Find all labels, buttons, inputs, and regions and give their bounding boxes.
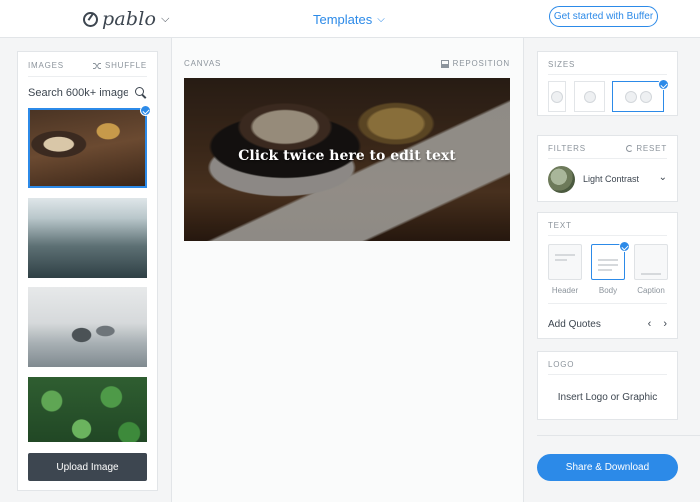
thumbnail-green-leaves[interactable] — [28, 377, 147, 442]
selected-check-icon — [619, 241, 630, 252]
filter-select[interactable]: Light Contrast — [583, 174, 639, 184]
sizes-title: SIZES — [548, 60, 576, 69]
chevron-down-icon: ⌵ — [377, 14, 385, 25]
size-instagram[interactable] — [574, 81, 605, 112]
images-panel: IMAGES SHUFFLE Upload Image — [17, 51, 158, 491]
text-style-caption[interactable] — [634, 244, 668, 280]
reset-icon — [626, 145, 634, 152]
divider — [548, 303, 667, 304]
divider — [548, 74, 667, 75]
instagram-icon — [583, 90, 596, 103]
logo-text: pablo — [102, 8, 157, 30]
body-preview-line — [598, 264, 618, 266]
size-pinterest[interactable] — [548, 81, 566, 112]
previous-quote-icon[interactable]: ‹ — [648, 318, 652, 330]
search-input[interactable] — [28, 87, 128, 99]
canvas-title: CANVAS — [184, 59, 222, 68]
pablo-logo-icon — [83, 11, 98, 27]
canvas-text[interactable]: Click twice here to edit text — [184, 148, 510, 164]
reposition-button[interactable]: REPOSITION — [440, 59, 510, 68]
thumbnail-foggy-forest[interactable] — [28, 198, 147, 278]
reposition-icon — [440, 59, 449, 68]
body-preview-line — [598, 259, 618, 261]
canvas-header: CANVAS REPOSITION — [184, 59, 510, 68]
chevron-down-icon: ⌵ — [161, 12, 170, 25]
templates-menu[interactable]: Templates ⌵ — [313, 12, 385, 27]
next-quote-icon[interactable]: › — [663, 318, 667, 330]
thumbnail-coffee-cup[interactable] — [28, 108, 147, 188]
divider — [537, 435, 700, 436]
shuffle-button[interactable]: SHUFFLE — [92, 61, 147, 70]
share-download-button[interactable]: Share & Download — [537, 454, 678, 481]
divider — [548, 374, 667, 375]
templates-label: Templates — [313, 12, 373, 27]
text-title: TEXT — [548, 221, 572, 230]
reposition-label: REPOSITION — [452, 59, 510, 68]
selected-check-icon — [140, 105, 151, 116]
divider — [548, 235, 667, 236]
logo-card: LOGO Insert Logo or Graphic — [537, 351, 678, 420]
add-quotes-row: Add Quotes ‹ › — [548, 318, 667, 330]
images-panel-header: IMAGES SHUFFLE — [28, 61, 147, 70]
text-style-header-label: Header — [551, 286, 579, 295]
header-preview-line — [555, 259, 567, 261]
text-style-caption-label: Caption — [637, 286, 665, 295]
header-preview-line — [555, 254, 575, 256]
body-preview-line — [598, 269, 612, 271]
upload-image-button[interactable]: Upload Image — [28, 453, 147, 481]
get-started-button[interactable]: Get started with Buffer — [549, 6, 658, 27]
pinterest-icon — [551, 90, 563, 103]
shuffle-icon — [92, 62, 101, 69]
image-canvas[interactable]: Click twice here to edit text — [184, 78, 510, 241]
settings-panel: SIZES FILTERS RESET Light Contrast ⌄ TEX… — [524, 38, 700, 502]
search-icon[interactable] — [135, 87, 147, 99]
text-card: TEXT Header Body Caption Add Quotes ‹ › — [537, 212, 678, 339]
text-style-body-label: Body — [598, 286, 618, 295]
image-search — [28, 83, 147, 103]
quote-navigation: ‹ › — [648, 318, 667, 330]
sizes-card: SIZES — [537, 51, 678, 116]
reset-label: RESET — [636, 144, 667, 153]
shuffle-label: SHUFFLE — [104, 61, 147, 70]
canvas-area: CANVAS REPOSITION Click twice here to ed… — [172, 38, 523, 502]
caption-preview-line — [641, 273, 661, 275]
chevron-down-icon[interactable]: ⌄ — [659, 172, 667, 183]
twitter-icon — [639, 90, 652, 103]
pablo-logo[interactable]: pablo ⌵ — [83, 8, 170, 30]
filters-card: FILTERS RESET Light Contrast ⌄ — [537, 135, 678, 202]
divider — [548, 158, 667, 159]
image-thumbnails — [28, 108, 147, 442]
size-facebook-twitter[interactable] — [612, 81, 664, 112]
filter-preview-thumbnail — [548, 166, 575, 193]
facebook-icon — [624, 90, 637, 103]
reset-button[interactable]: RESET — [626, 144, 667, 153]
selected-check-icon — [658, 79, 669, 90]
top-bar: pablo ⌵ Templates ⌵ Get started with Buf… — [0, 0, 700, 38]
insert-logo-button[interactable]: Insert Logo or Graphic — [538, 392, 677, 403]
filters-title: FILTERS — [548, 144, 586, 153]
text-style-header[interactable] — [548, 244, 582, 280]
add-quotes-label[interactable]: Add Quotes — [548, 319, 601, 330]
divider — [28, 76, 147, 77]
logo-title: LOGO — [548, 360, 575, 369]
images-title: IMAGES — [28, 61, 64, 70]
thumbnail-misty-coast[interactable] — [28, 287, 147, 367]
